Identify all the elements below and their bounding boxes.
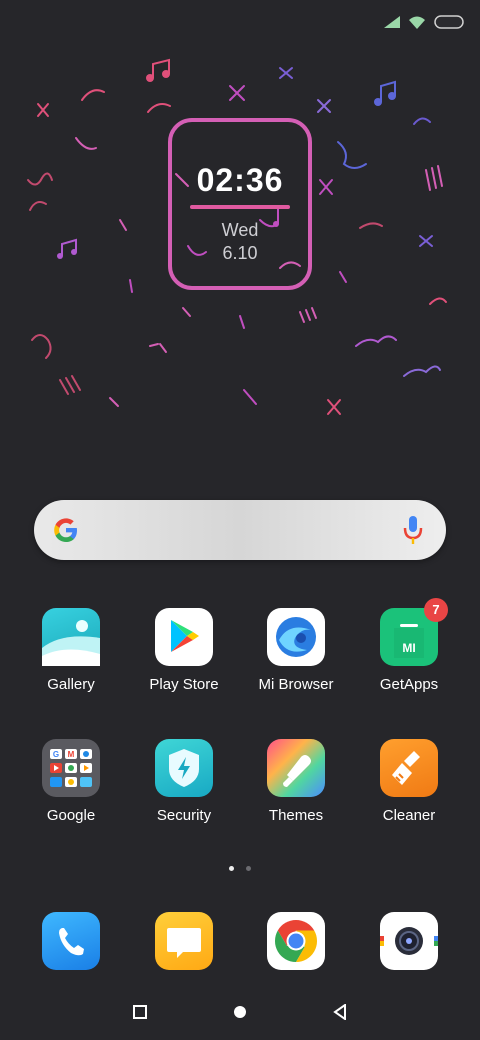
app-label: Security (156, 807, 212, 824)
app-getapps[interactable]: MI 7 GetApps (353, 598, 465, 693)
dock-camera[interactable] (353, 912, 465, 970)
clock-date: 6.10 (222, 243, 258, 263)
app-label: Themes (268, 807, 324, 824)
dock-messages[interactable] (128, 912, 240, 970)
home-button[interactable] (228, 1000, 252, 1024)
app-security[interactable]: Security (128, 739, 240, 824)
gallery-icon (42, 608, 100, 666)
recents-button[interactable] (128, 1000, 152, 1024)
app-label: Cleaner (382, 807, 436, 824)
dock-chrome[interactable] (240, 912, 352, 970)
app-cleaner[interactable]: Cleaner (353, 739, 465, 824)
notification-badge: 7 (424, 598, 448, 622)
back-icon (333, 1004, 346, 1020)
clock-frame (168, 118, 312, 290)
google-folder-icon: G M (42, 739, 100, 797)
phone-icon (42, 912, 100, 970)
app-label: Google (46, 807, 96, 824)
svg-text:M: M (68, 750, 75, 759)
app-label: Gallery (47, 676, 95, 693)
app-label: Mi Browser (258, 676, 334, 693)
app-mi-browser[interactable]: Mi Browser (240, 608, 352, 693)
recents-icon (133, 1005, 147, 1019)
clock-time: 02:36 (196, 162, 284, 198)
google-search-bar[interactable] (34, 500, 446, 560)
play-store-icon (155, 608, 213, 666)
mi-browser-icon (267, 608, 325, 666)
page-dot[interactable] (246, 866, 251, 871)
svg-text:MI: MI (402, 641, 415, 655)
page-indicator (0, 866, 480, 871)
back-button[interactable] (328, 1000, 352, 1024)
page-dot-active[interactable] (229, 866, 234, 871)
cleaner-icon (380, 739, 438, 797)
signal-icon (384, 16, 400, 28)
app-google-folder[interactable]: G M Google (15, 739, 127, 824)
status-bar (384, 12, 464, 32)
app-label: GetApps (379, 676, 439, 693)
security-icon (155, 739, 213, 797)
svg-text:G: G (53, 750, 59, 759)
clock-day: Wed (221, 220, 259, 240)
dock-phone[interactable] (15, 912, 127, 970)
app-label: Play Store (149, 676, 219, 693)
microphone-icon[interactable] (402, 514, 424, 546)
clock-widget[interactable]: 02:36 Wed 6.10 (168, 118, 312, 290)
home-icon (234, 1006, 246, 1018)
messages-icon (155, 912, 213, 970)
chrome-icon (267, 912, 325, 970)
getapps-icon: MI 7 (380, 598, 448, 666)
google-g-icon (54, 518, 77, 542)
wifi-icon (409, 16, 425, 29)
app-gallery[interactable]: Gallery (15, 608, 127, 693)
navigation-bar (0, 1000, 480, 1024)
battery-icon (434, 15, 464, 29)
app-themes[interactable]: Themes (240, 739, 352, 824)
app-play-store[interactable]: Play Store (128, 608, 240, 693)
clock-divider (190, 205, 290, 209)
camera-icon (380, 912, 438, 970)
themes-icon (267, 739, 325, 797)
